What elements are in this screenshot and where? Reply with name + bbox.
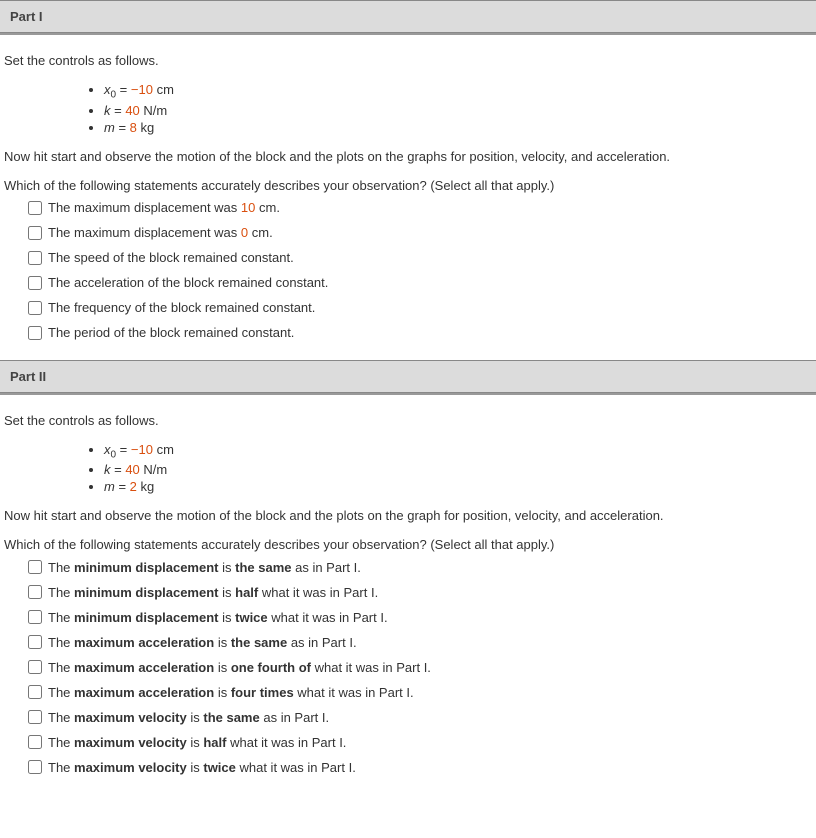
part1-checkbox-5[interactable] xyxy=(28,301,42,315)
m-var: m xyxy=(104,120,115,135)
part1-opt5-label: The frequency of the block remained cons… xyxy=(48,300,315,315)
part2-option-2: The minimum displacement is half what it… xyxy=(24,582,812,602)
x0-eq2: = xyxy=(116,442,131,457)
x0-unit2: cm xyxy=(153,442,174,457)
x0-eq: = xyxy=(116,82,131,97)
k-val2: 40 xyxy=(125,462,139,477)
part2-option-9: The maximum velocity is twice what it wa… xyxy=(24,757,812,777)
part2-checkbox-1[interactable] xyxy=(28,560,42,574)
part1-opt1-label: The maximum displacement was 10 cm. xyxy=(48,200,280,215)
k-eq: = xyxy=(111,103,126,118)
m-val2: 2 xyxy=(130,479,137,494)
part2-checkbox-4[interactable] xyxy=(28,635,42,649)
part2-title: Part II xyxy=(10,369,46,384)
part1-opt6-label: The period of the block remained constan… xyxy=(48,325,294,340)
part2-option-3: The minimum displacement is twice what i… xyxy=(24,607,812,627)
part2-checkbox-9[interactable] xyxy=(28,760,42,774)
part2-controls-list: x0 = −10 cm k = 40 N/m m = 2 kg xyxy=(84,442,812,495)
part1-content: Set the controls as follows. x0 = −10 cm… xyxy=(0,35,816,360)
m-unit2: kg xyxy=(137,479,154,494)
part2-option-6: The maximum acceleration is four times w… xyxy=(24,682,812,702)
x0-val2: −10 xyxy=(131,442,153,457)
part1-option-6: The period of the block remained constan… xyxy=(24,323,812,343)
part1-opt3-label: The speed of the block remained constant… xyxy=(48,250,294,265)
part2-option-8: The maximum velocity is half what it was… xyxy=(24,732,812,752)
part1-control-k: k = 40 N/m xyxy=(104,103,812,118)
k-unit2: N/m xyxy=(140,462,167,477)
part2-question: Which of the following statements accura… xyxy=(4,537,812,552)
part1-checkbox-6[interactable] xyxy=(28,326,42,340)
part2-set-controls: Set the controls as follows. xyxy=(4,413,812,428)
part1-option-1: The maximum displacement was 10 cm. xyxy=(24,198,812,218)
part2-question-block: Which of the following statements accura… xyxy=(4,537,812,777)
part1-hit-start: Now hit start and observe the motion of … xyxy=(4,149,812,164)
k-eq2: = xyxy=(111,462,126,477)
part2-checkbox-8[interactable] xyxy=(28,735,42,749)
part1-checkbox-3[interactable] xyxy=(28,251,42,265)
part2-option-7: The maximum velocity is the same as in P… xyxy=(24,707,812,727)
part2-checkbox-3[interactable] xyxy=(28,610,42,624)
part1-option-5: The frequency of the block remained cons… xyxy=(24,298,812,318)
m-var2: m xyxy=(104,479,115,494)
part1-header: Part I xyxy=(0,0,816,33)
part1-option-3: The speed of the block remained constant… xyxy=(24,248,812,268)
part2-opt4-label: The maximum acceleration is the same as … xyxy=(48,635,357,650)
part2-checkbox-2[interactable] xyxy=(28,585,42,599)
k-unit: N/m xyxy=(140,103,167,118)
m-eq: = xyxy=(115,120,130,135)
part2-control-m: m = 2 kg xyxy=(104,479,812,494)
m-val: 8 xyxy=(130,120,137,135)
part2-option-5: The maximum acceleration is one fourth o… xyxy=(24,657,812,677)
part2-opt8-label: The maximum velocity is half what it was… xyxy=(48,735,346,750)
part1-question: Which of the following statements accura… xyxy=(4,178,812,193)
part1-controls-list: x0 = −10 cm k = 40 N/m m = 8 kg xyxy=(84,82,812,135)
part1-option-2: The maximum displacement was 0 cm. xyxy=(24,223,812,243)
part2-opt1-label: The minimum displacement is the same as … xyxy=(48,560,361,575)
part1-set-controls: Set the controls as follows. xyxy=(4,53,812,68)
x0-unit: cm xyxy=(153,82,174,97)
part2-content: Set the controls as follows. x0 = −10 cm… xyxy=(0,395,816,795)
k-val: 40 xyxy=(125,103,139,118)
m-eq2: = xyxy=(115,479,130,494)
part2-opt2-label: The minimum displacement is half what it… xyxy=(48,585,378,600)
part1-question-block: Which of the following statements accura… xyxy=(4,178,812,343)
part1-control-x0: x0 = −10 cm xyxy=(104,82,812,101)
part2-control-x0: x0 = −10 cm xyxy=(104,442,812,461)
part1-checkbox-1[interactable] xyxy=(28,201,42,215)
part1-opt2-label: The maximum displacement was 0 cm. xyxy=(48,225,273,240)
m-unit: kg xyxy=(137,120,154,135)
x0-val: −10 xyxy=(131,82,153,97)
part1-opt4-label: The acceleration of the block remained c… xyxy=(48,275,328,290)
part1-option-4: The acceleration of the block remained c… xyxy=(24,273,812,293)
part1-title: Part I xyxy=(10,9,43,24)
part2-option-1: The minimum displacement is the same as … xyxy=(24,557,812,577)
part2-checkbox-5[interactable] xyxy=(28,660,42,674)
part2-control-k: k = 40 N/m xyxy=(104,462,812,477)
part2-opt5-label: The maximum acceleration is one fourth o… xyxy=(48,660,431,675)
part2-checkbox-6[interactable] xyxy=(28,685,42,699)
part2-checkbox-7[interactable] xyxy=(28,710,42,724)
part2-hit-start: Now hit start and observe the motion of … xyxy=(4,508,812,523)
part1-checkbox-4[interactable] xyxy=(28,276,42,290)
part2-option-4: The maximum acceleration is the same as … xyxy=(24,632,812,652)
part1-checkbox-2[interactable] xyxy=(28,226,42,240)
part2-opt3-label: The minimum displacement is twice what i… xyxy=(48,610,388,625)
part1-control-m: m = 8 kg xyxy=(104,120,812,135)
part2-opt6-label: The maximum acceleration is four times w… xyxy=(48,685,414,700)
part2-opt7-label: The maximum velocity is the same as in P… xyxy=(48,710,329,725)
part2-opt9-label: The maximum velocity is twice what it wa… xyxy=(48,760,356,775)
part2-header: Part II xyxy=(0,360,816,393)
